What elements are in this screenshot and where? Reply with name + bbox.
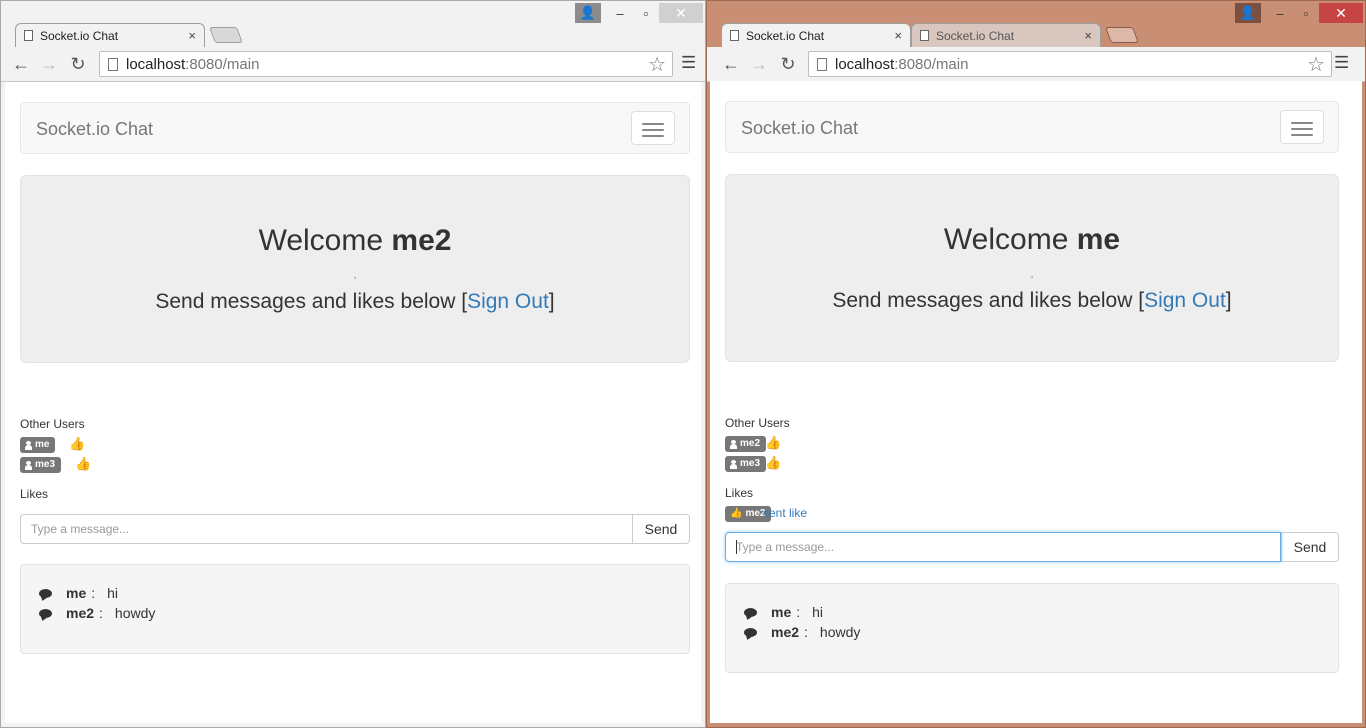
comment-icon	[744, 607, 757, 617]
browser-window-left: 👤 – ▫ ✕ Socket.io Chat × ← → ↻ localhost…	[0, 0, 706, 728]
user-label-me3[interactable]: me3	[725, 456, 767, 472]
message-row: me2: howdy	[39, 605, 155, 621]
tab-close-icon[interactable]: ×	[1084, 24, 1092, 48]
message-input[interactable]: Type a message...	[725, 532, 1281, 562]
browser-window-right: 👤 – ▫ ✕ Socket.io Chat × Socket.io Chat …	[706, 0, 1366, 728]
message-row: me: hi	[744, 604, 823, 620]
new-tab-button[interactable]	[1105, 27, 1139, 43]
close-window-button[interactable]: ✕	[1319, 3, 1363, 23]
back-arrow-icon[interactable]: ←	[721, 54, 741, 74]
message-input-group: Type a message... Send	[725, 532, 1339, 562]
username: me	[1076, 223, 1121, 256]
message-row: me2: howdy	[744, 624, 860, 640]
page-info-icon	[108, 58, 118, 71]
tab-title: Socket.io Chat	[40, 29, 119, 43]
comment-icon	[744, 627, 757, 637]
welcome-heading: Welcome me2	[258, 224, 452, 257]
reload-icon[interactable]: ↻	[778, 54, 798, 74]
bookmark-star-icon[interactable]: ☆	[648, 52, 666, 77]
username: me2	[391, 224, 452, 257]
url-text: localhost:8080/main	[126, 56, 260, 73]
window-controls: 👤 – ▫ ✕	[575, 3, 703, 23]
thumbs-up-icon[interactable]: 👍	[69, 436, 85, 452]
menu-icon[interactable]: ☰	[1334, 54, 1349, 72]
tab-close-icon[interactable]: ×	[188, 24, 196, 48]
navbar: Socket.io Chat	[20, 102, 690, 154]
tab-socketio-chat-2[interactable]: Socket.io Chat ×	[911, 23, 1101, 47]
address-bar[interactable]: localhost:8080/main ☆	[808, 51, 1332, 77]
thumbs-up-icon[interactable]: 👍	[765, 435, 781, 451]
tab-socketio-chat[interactable]: Socket.io Chat ×	[721, 23, 911, 47]
new-tab-button[interactable]	[209, 27, 243, 43]
sent-like-text: sent like	[763, 506, 808, 520]
tab-socketio-chat[interactable]: Socket.io Chat ×	[15, 23, 205, 47]
bookmark-star-icon[interactable]: ☆	[1307, 52, 1325, 77]
user-label-me2[interactable]: me2	[725, 436, 767, 452]
profile-icon[interactable]: 👤	[575, 3, 601, 23]
address-bar[interactable]: localhost:8080/main ☆	[99, 51, 673, 77]
messages-well: me: hi me2: howdy	[20, 564, 690, 654]
sign-out-link[interactable]: Sign Out	[1144, 289, 1226, 312]
url-text: localhost:8080/main	[835, 56, 969, 73]
text-caret	[736, 540, 737, 554]
minimize-button[interactable]: –	[607, 3, 633, 23]
sign-out-link[interactable]: Sign Out	[467, 290, 549, 313]
user-label-me[interactable]: me	[20, 437, 56, 453]
maximize-button[interactable]: ▫	[633, 3, 659, 23]
forward-arrow-icon[interactable]: →	[39, 54, 59, 74]
page-viewport: Socket.io Chat Welcome me2 , Send messag…	[5, 82, 701, 723]
tab-close-icon[interactable]: ×	[894, 24, 902, 48]
user-icon	[730, 439, 737, 449]
welcome-jumbotron: Welcome me , Send messages and likes bel…	[725, 174, 1339, 362]
user-icon	[730, 459, 737, 469]
close-window-button[interactable]: ✕	[659, 3, 703, 23]
navbar-brand[interactable]: Socket.io Chat	[741, 118, 858, 139]
message-input-group: Type a message... Send	[20, 514, 690, 544]
thumbs-up-icon[interactable]: 👍	[75, 456, 91, 472]
browser-toolbar: ← → ↻ localhost:8080/main ☆ ☰	[707, 47, 1365, 82]
welcome-subtext: Send messages and likes below [Sign Out]	[832, 289, 1232, 312]
comment-icon	[39, 608, 52, 618]
likes-label: Likes	[20, 487, 49, 501]
user-icon	[25, 460, 32, 470]
forward-arrow-icon[interactable]: →	[749, 54, 769, 74]
message-input[interactable]: Type a message...	[20, 514, 632, 544]
back-arrow-icon[interactable]: ←	[11, 54, 31, 74]
page-icon	[920, 30, 929, 41]
welcome-subtext: Send messages and likes below [Sign Out]	[155, 290, 555, 313]
minimize-button[interactable]: –	[1267, 3, 1293, 23]
other-users-label: Other Users	[725, 416, 790, 430]
reload-icon[interactable]: ↻	[68, 54, 88, 74]
send-button[interactable]: Send	[632, 514, 690, 544]
message-row: me: hi	[39, 585, 118, 601]
menu-icon[interactable]: ☰	[681, 54, 696, 72]
thumbs-up-outline-icon: 👍	[730, 508, 743, 519]
page-icon	[730, 30, 739, 41]
other-users-label: Other Users	[20, 417, 85, 431]
page-info-icon	[817, 58, 827, 71]
navbar-toggle-button[interactable]	[631, 111, 675, 145]
thumbs-up-icon[interactable]: 👍	[765, 455, 781, 471]
send-button[interactable]: Send	[1281, 532, 1339, 562]
user-label-me3[interactable]: me3	[20, 457, 62, 473]
tab-strip: Socket.io Chat ×	[11, 21, 705, 47]
separator-dot: ,	[1030, 269, 1034, 279]
welcome-jumbotron: Welcome me2 , Send messages and likes be…	[20, 175, 690, 363]
likes-label: Likes	[725, 486, 754, 500]
navbar-brand[interactable]: Socket.io Chat	[36, 119, 153, 140]
navbar: Socket.io Chat	[725, 101, 1339, 153]
comment-icon	[39, 588, 52, 598]
window-controls: 👤 – ▫ ✕	[1235, 3, 1363, 23]
navbar-toggle-button[interactable]	[1280, 110, 1324, 144]
profile-icon[interactable]: 👤	[1235, 3, 1261, 23]
page-viewport: Socket.io Chat Welcome me , Send message…	[710, 81, 1362, 723]
separator-dot: ,	[353, 270, 357, 280]
page-icon	[24, 30, 33, 41]
maximize-button[interactable]: ▫	[1293, 3, 1319, 23]
browser-toolbar: ← → ↻ localhost:8080/main ☆ ☰	[1, 47, 705, 82]
welcome-heading: Welcome me	[943, 223, 1121, 256]
messages-well: me: hi me2: howdy	[725, 583, 1339, 673]
user-icon	[25, 440, 32, 450]
tab-strip: Socket.io Chat × Socket.io Chat ×	[717, 21, 1365, 47]
